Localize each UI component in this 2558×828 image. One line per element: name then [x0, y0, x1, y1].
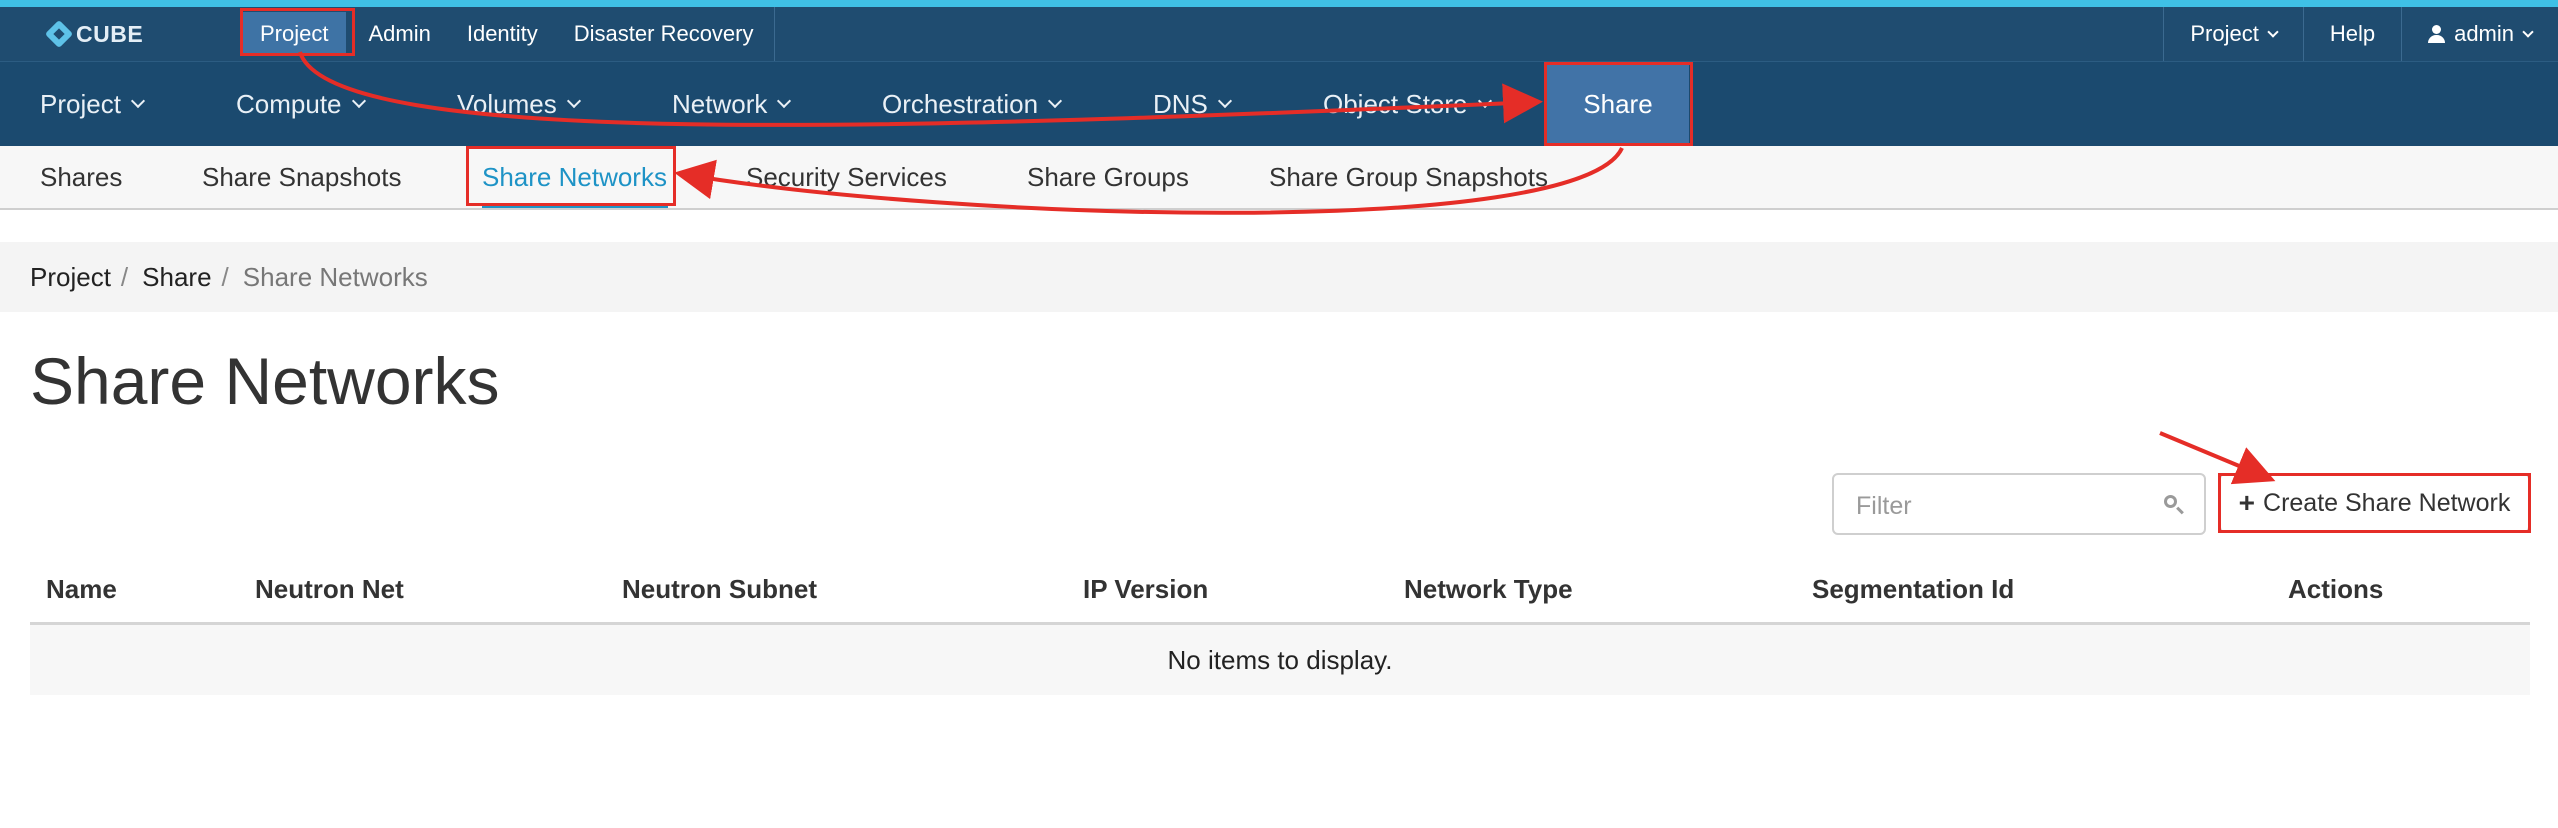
top-nav-divider — [773, 7, 775, 61]
accent-strip — [0, 0, 2558, 7]
sub-nav-share-group-snapshots[interactable]: Share Group Snapshots — [1269, 146, 1548, 208]
main-nav-project[interactable]: Project — [40, 62, 145, 146]
main-nav-share[interactable]: Share — [1547, 62, 1689, 146]
filter-input[interactable] — [1854, 487, 2158, 525]
user-menu[interactable]: admin — [2401, 7, 2558, 61]
top-nav-admin[interactable]: Admin — [350, 7, 448, 61]
column-header-ip-version[interactable]: IP Version — [1083, 556, 1208, 622]
main-nav-label: Compute — [236, 88, 342, 119]
column-header-neutron-net[interactable]: Neutron Net — [255, 556, 404, 622]
top-nav: Project Admin Identity Disaster Recovery — [242, 7, 775, 61]
active-tab-underline — [482, 204, 668, 208]
sub-nav-share-networks[interactable]: Share Networks — [482, 146, 667, 208]
top-bar: CUBE Project Admin Identity Disaster Rec… — [0, 7, 2558, 62]
cube-logo-icon — [46, 21, 72, 47]
project-dropdown-label: Project — [2190, 21, 2259, 46]
main-nav-label: DNS — [1153, 88, 1208, 119]
table-empty-message: No items to display. — [30, 625, 2530, 695]
breadcrumb-current: Share Networks — [242, 261, 428, 292]
column-header-name[interactable]: Name — [46, 556, 117, 622]
main-nav-label: Object Store — [1323, 88, 1468, 119]
top-nav-identity[interactable]: Identity — [449, 7, 556, 61]
column-header-neutron-subnet[interactable]: Neutron Subnet — [622, 556, 817, 622]
chevron-down-icon — [1048, 93, 1063, 109]
sub-nav-share-snapshots[interactable]: Share Snapshots — [202, 146, 401, 208]
sub-nav-security-services[interactable]: Security Services — [746, 146, 947, 208]
main-nav-dns[interactable]: DNS — [1153, 62, 1232, 146]
breadcrumb-separator: / — [221, 261, 229, 292]
top-right-menu: Project Help admin — [2163, 7, 2558, 61]
chevron-down-icon — [2522, 26, 2534, 38]
main-nav-orchestration[interactable]: Orchestration — [882, 62, 1063, 146]
chevron-down-icon — [351, 93, 366, 109]
chevron-down-icon — [1477, 93, 1492, 109]
plus-icon: + — [2238, 487, 2256, 518]
column-header-network-type[interactable]: Network Type — [1404, 556, 1573, 622]
top-nav-project[interactable]: Project — [242, 12, 347, 56]
column-header-segmentation-id[interactable]: Segmentation Id — [1812, 556, 2014, 622]
main-nav-label: Orchestration — [882, 88, 1039, 119]
help-link[interactable]: Help — [2302, 7, 2401, 61]
brand-name: CUBE — [76, 20, 144, 47]
breadcrumb-separator: / — [120, 261, 129, 292]
sub-nav-share-groups[interactable]: Share Groups — [1027, 146, 1189, 208]
user-name: admin — [2454, 21, 2514, 46]
top-nav-disaster-recovery[interactable]: Disaster Recovery — [556, 7, 772, 61]
breadcrumb: Project / Share / Share Networks — [0, 242, 2558, 312]
filter-box — [1832, 473, 2206, 535]
chevron-down-icon — [1217, 93, 1232, 109]
breadcrumb-project[interactable]: Project — [30, 262, 111, 293]
chevron-down-icon — [566, 93, 581, 109]
main-nav-label: Network — [672, 88, 768, 119]
main-nav-label: Volumes — [457, 88, 557, 119]
project-dropdown[interactable]: Project — [2163, 7, 2302, 61]
page-title: Share Networks — [30, 344, 500, 418]
main-nav-compute[interactable]: Compute — [236, 62, 366, 146]
main-nav-volumes[interactable]: Volumes — [457, 62, 581, 146]
user-icon — [2428, 25, 2446, 43]
chevron-down-icon — [130, 93, 145, 109]
sub-nav: Shares Share Snapshots Share Networks Se… — [0, 146, 2558, 210]
chevron-down-icon — [2267, 26, 2279, 38]
breadcrumb-share[interactable]: Share — [142, 262, 211, 293]
column-header-actions: Actions — [2288, 573, 2384, 604]
chevron-down-icon — [777, 93, 792, 109]
search-icon[interactable] — [2164, 495, 2182, 513]
create-share-network-button[interactable]: + Create Share Network — [2219, 473, 2530, 533]
main-nav: Project Compute Volumes Network Orchestr… — [0, 62, 2558, 146]
main-nav-object-store[interactable]: Object Store — [1323, 62, 1492, 146]
brand-logo[interactable]: CUBE — [46, 16, 143, 52]
main-nav-label: Project — [40, 88, 121, 119]
sub-nav-shares[interactable]: Shares — [40, 146, 122, 208]
create-button-label: Create Share Network — [2263, 488, 2511, 517]
table-header: Name Neutron Net Neutron Subnet IP Versi… — [30, 556, 2530, 625]
arrow-to-create-button — [2159, 431, 2276, 485]
main-nav-network[interactable]: Network — [672, 62, 792, 146]
